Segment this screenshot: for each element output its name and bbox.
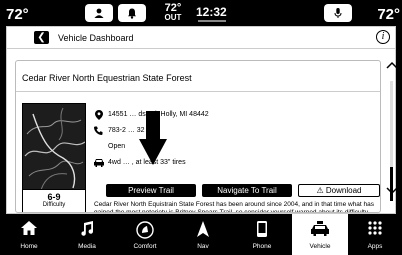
navigate-to-trail-button[interactable]: Navigate To Trail (202, 184, 292, 197)
home-icon (21, 221, 37, 235)
bell-icon (128, 8, 136, 19)
clock: 12:32 (196, 5, 227, 19)
passenger-temperature[interactable]: 72° (377, 6, 400, 23)
apps-grid-icon (368, 221, 382, 235)
vehicle-icon (311, 221, 329, 236)
outside-temperature: 72° OUT (164, 2, 182, 23)
download-button[interactable]: ⚠ Download (298, 184, 380, 197)
driver-temperature[interactable]: 72° (6, 6, 29, 23)
nav-vehicle[interactable]: Vehicle (292, 214, 348, 255)
navigation-arrow-icon (197, 221, 209, 237)
nav-home[interactable]: Home (0, 214, 58, 255)
scroll-up-icon[interactable] (385, 60, 399, 70)
comfort-icon (136, 221, 154, 239)
user-icon (94, 8, 104, 18)
vehicle-dashboard-panel: ❮ Vehicle Dashboard i Cedar River North … (6, 26, 399, 214)
nav-comfort[interactable]: Comfort (116, 214, 174, 255)
clock-underline (198, 20, 226, 22)
location-pin-icon (94, 110, 103, 122)
bottom-navigation: Home Media Comfort Nav Phone Vehicle App… (0, 214, 402, 255)
trail-title: Cedar River North Equestrian State Fores… (22, 73, 192, 83)
scroll-down-icon[interactable] (385, 185, 399, 195)
preview-trail-button[interactable]: Preview Trail (106, 184, 196, 197)
back-button[interactable]: ❮ (34, 31, 49, 44)
trail-map-image (23, 104, 85, 189)
phone-icon (94, 126, 103, 137)
trail-map-thumbnail (22, 103, 86, 190)
page-title: Vehicle Dashboard (58, 33, 134, 43)
user-profile-button[interactable] (85, 4, 113, 22)
divider (16, 91, 380, 92)
nav-nav[interactable]: Nav (174, 214, 232, 255)
scrollbar-thumb[interactable] (390, 167, 393, 201)
warning-icon: ⚠ (316, 186, 324, 195)
nav-media[interactable]: Media (58, 214, 116, 255)
microphone-icon (334, 8, 342, 18)
notifications-button[interactable] (118, 4, 146, 22)
phone-icon (257, 221, 267, 237)
trail-hours: Open (108, 143, 126, 150)
panel-header: ❮ Vehicle Dashboard i (7, 27, 395, 49)
trail-card: Cedar River North Equestrian State Fores… (15, 60, 381, 213)
difficulty-label: Difficulty (42, 202, 66, 208)
chevron-left-icon: ❮ (37, 32, 46, 43)
music-note-icon (81, 221, 94, 236)
nav-phone[interactable]: Phone (232, 214, 292, 255)
car-icon (94, 158, 104, 169)
info-icon[interactable]: i (376, 30, 390, 44)
download-label: Download (325, 186, 362, 195)
microphone-button[interactable] (324, 4, 352, 22)
difficulty-value: 6-9 (47, 192, 61, 202)
difficulty-box: 6-9 Difficulty (22, 190, 86, 212)
arrow-down-icon (139, 111, 167, 165)
nav-apps[interactable]: Apps (348, 214, 402, 255)
status-bar: 72° 72° OUT 12:32 72° (0, 0, 402, 26)
trail-description: Cedar River North Equistrain State Fores… (94, 201, 375, 213)
